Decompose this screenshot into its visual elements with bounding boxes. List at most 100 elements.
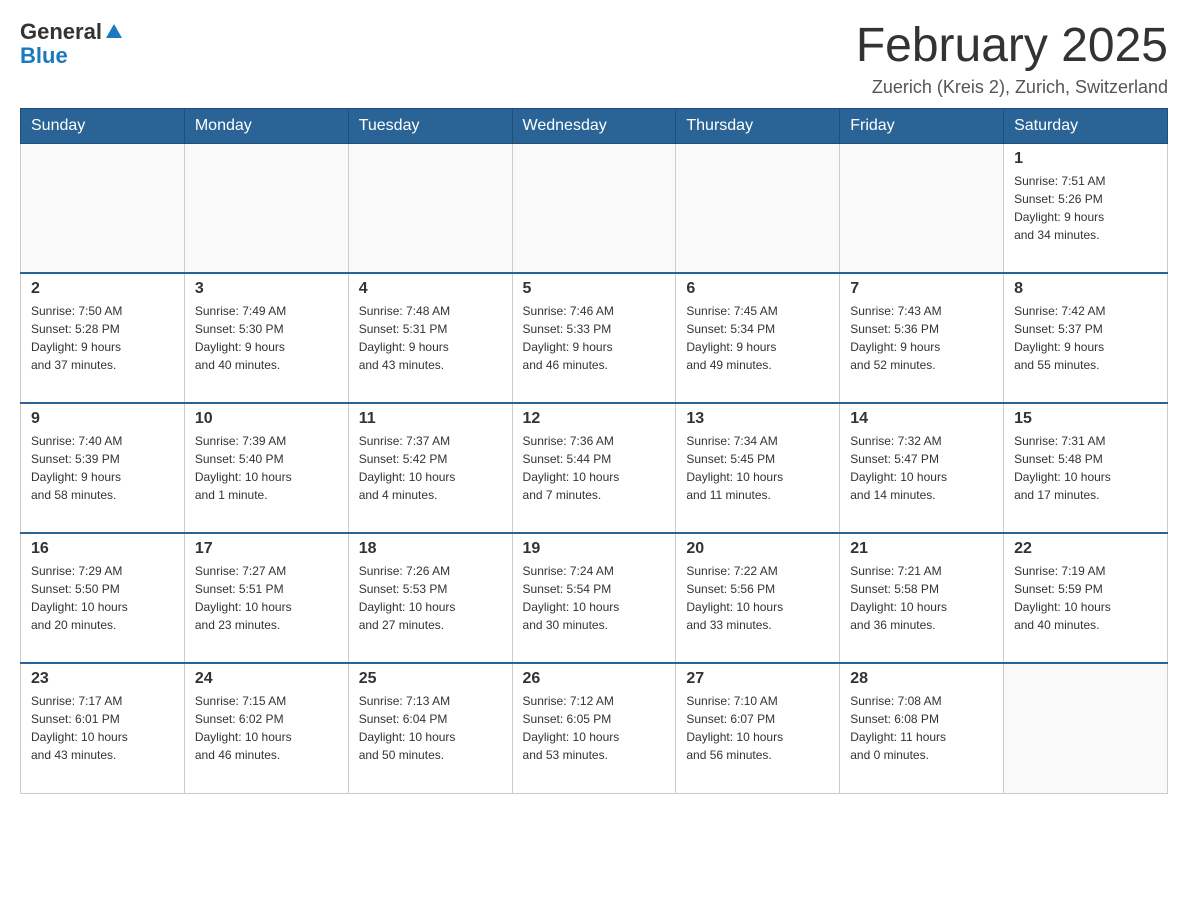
day-number: 6	[686, 280, 829, 298]
logo-general-text: General	[20, 20, 102, 44]
calendar-day-cell	[512, 143, 676, 273]
day-info: Sunrise: 7:48 AMSunset: 5:31 PMDaylight:…	[359, 302, 502, 374]
calendar-title: February 2025	[856, 20, 1168, 73]
day-info: Sunrise: 7:10 AMSunset: 6:07 PMDaylight:…	[686, 692, 829, 764]
day-info: Sunrise: 7:43 AMSunset: 5:36 PMDaylight:…	[850, 302, 993, 374]
day-number: 22	[1014, 540, 1157, 558]
day-number: 19	[523, 540, 666, 558]
day-number: 1	[1014, 150, 1157, 168]
calendar-table: Sunday Monday Tuesday Wednesday Thursday…	[20, 108, 1168, 794]
calendar-week-row: 9Sunrise: 7:40 AMSunset: 5:39 PMDaylight…	[21, 403, 1168, 533]
logo-blue-text: Blue	[20, 44, 124, 68]
calendar-day-cell: 19 Sunrise: 7:24 AMSunset: 5:54 PMDayligh…	[512, 533, 676, 663]
calendar-day-cell: 3 Sunrise: 7:49 AMSunset: 5:30 PMDaylight…	[184, 273, 348, 403]
title-block: February 2025 Zuerich (Kreis 2), Zurich,…	[856, 20, 1168, 98]
day-number: 17	[195, 540, 338, 558]
day-number: 21	[850, 540, 993, 558]
day-number: 8	[1014, 280, 1157, 298]
day-info: Sunrise: 7:22 AMSunset: 5:56 PMDaylight:…	[686, 562, 829, 634]
page-header: General Blue February 2025 Zuerich (Krei…	[20, 20, 1168, 98]
calendar-day-cell: 28 Sunrise: 7:08 AMSunset: 6:08 PMDayligh…	[840, 663, 1004, 793]
calendar-day-cell: 1 Sunrise: 7:51 AMSunset: 5:26 PMDaylight…	[1004, 143, 1168, 273]
calendar-day-cell: 21 Sunrise: 7:21 AMSunset: 5:58 PMDayligh…	[840, 533, 1004, 663]
calendar-day-cell: 20 Sunrise: 7:22 AMSunset: 5:56 PMDayligh…	[676, 533, 840, 663]
day-number: 9	[31, 410, 174, 428]
day-number: 18	[359, 540, 502, 558]
day-info: Sunrise: 7:36 AMSunset: 5:44 PMDaylight:…	[523, 432, 666, 504]
day-info: Sunrise: 7:51 AMSunset: 5:26 PMDaylight:…	[1014, 172, 1157, 244]
col-friday: Friday	[840, 108, 1004, 143]
day-info: Sunrise: 7:24 AMSunset: 5:54 PMDaylight:…	[523, 562, 666, 634]
calendar-day-cell: 14Sunrise: 7:32 AMSunset: 5:47 PMDayligh…	[840, 403, 1004, 533]
day-info: Sunrise: 7:49 AMSunset: 5:30 PMDaylight:…	[195, 302, 338, 374]
calendar-day-cell	[676, 143, 840, 273]
calendar-day-cell: 13 Sunrise: 7:34 AMSunset: 5:45 PMDayligh…	[676, 403, 840, 533]
calendar-day-cell: 12 Sunrise: 7:36 AMSunset: 5:44 PMDayligh…	[512, 403, 676, 533]
day-info: Sunrise: 7:17 AMSunset: 6:01 PMDaylight:…	[31, 692, 174, 764]
calendar-day-cell: 24 Sunrise: 7:15 AMSunset: 6:02 PMDayligh…	[184, 663, 348, 793]
calendar-day-cell: 2 Sunrise: 7:50 AMSunset: 5:28 PMDaylight…	[21, 273, 185, 403]
day-number: 25	[359, 670, 502, 688]
calendar-day-cell	[348, 143, 512, 273]
calendar-day-cell: 15 Sunrise: 7:31 AMSunset: 5:48 PMDayligh…	[1004, 403, 1168, 533]
day-number: 13	[686, 410, 829, 428]
col-sunday: Sunday	[21, 108, 185, 143]
day-number: 28	[850, 670, 993, 688]
calendar-day-cell: 27 Sunrise: 7:10 AMSunset: 6:07 PMDayligh…	[676, 663, 840, 793]
calendar-subtitle: Zuerich (Kreis 2), Zurich, Switzerland	[856, 77, 1168, 98]
calendar-day-cell: 25Sunrise: 7:13 AMSunset: 6:04 PMDayligh…	[348, 663, 512, 793]
calendar-day-cell: 16Sunrise: 7:29 AMSunset: 5:50 PMDayligh…	[21, 533, 185, 663]
calendar-day-cell: 18 Sunrise: 7:26 AMSunset: 5:53 PMDayligh…	[348, 533, 512, 663]
day-info: Sunrise: 7:15 AMSunset: 6:02 PMDaylight:…	[195, 692, 338, 764]
day-info: Sunrise: 7:45 AMSunset: 5:34 PMDaylight:…	[686, 302, 829, 374]
calendar-day-cell: 8 Sunrise: 7:42 AMSunset: 5:37 PMDaylight…	[1004, 273, 1168, 403]
day-number: 15	[1014, 410, 1157, 428]
day-info: Sunrise: 7:19 AMSunset: 5:59 PMDaylight:…	[1014, 562, 1157, 634]
day-number: 26	[523, 670, 666, 688]
col-monday: Monday	[184, 108, 348, 143]
day-number: 10	[195, 410, 338, 428]
day-info: Sunrise: 7:26 AMSunset: 5:53 PMDaylight:…	[359, 562, 502, 634]
calendar-week-row: 16Sunrise: 7:29 AMSunset: 5:50 PMDayligh…	[21, 533, 1168, 663]
calendar-day-cell: 7 Sunrise: 7:43 AMSunset: 5:36 PMDaylight…	[840, 273, 1004, 403]
day-info: Sunrise: 7:21 AMSunset: 5:58 PMDaylight:…	[850, 562, 993, 634]
day-number: 4	[359, 280, 502, 298]
logo-arrow-icon	[104, 22, 124, 42]
calendar-week-row: 1 Sunrise: 7:51 AMSunset: 5:26 PMDaylight…	[21, 143, 1168, 273]
day-info: Sunrise: 7:08 AMSunset: 6:08 PMDaylight:…	[850, 692, 993, 764]
day-number: 23	[31, 670, 174, 688]
calendar-day-cell	[840, 143, 1004, 273]
header-row: Sunday Monday Tuesday Wednesday Thursday…	[21, 108, 1168, 143]
calendar-day-cell	[184, 143, 348, 273]
calendar-day-cell: 22 Sunrise: 7:19 AMSunset: 5:59 PMDayligh…	[1004, 533, 1168, 663]
calendar-day-cell: 9Sunrise: 7:40 AMSunset: 5:39 PMDaylight…	[21, 403, 185, 533]
calendar-week-row: 2 Sunrise: 7:50 AMSunset: 5:28 PMDaylight…	[21, 273, 1168, 403]
day-info: Sunrise: 7:50 AMSunset: 5:28 PMDaylight:…	[31, 302, 174, 374]
day-info: Sunrise: 7:37 AMSunset: 5:42 PMDaylight:…	[359, 432, 502, 504]
calendar-day-cell: 10 Sunrise: 7:39 AMSunset: 5:40 PMDayligh…	[184, 403, 348, 533]
day-number: 2	[31, 280, 174, 298]
day-number: 16	[31, 540, 174, 558]
calendar-day-cell: 4 Sunrise: 7:48 AMSunset: 5:31 PMDaylight…	[348, 273, 512, 403]
day-info: Sunrise: 7:46 AMSunset: 5:33 PMDaylight:…	[523, 302, 666, 374]
day-number: 24	[195, 670, 338, 688]
calendar-day-cell: 6 Sunrise: 7:45 AMSunset: 5:34 PMDaylight…	[676, 273, 840, 403]
day-info: Sunrise: 7:42 AMSunset: 5:37 PMDaylight:…	[1014, 302, 1157, 374]
day-number: 12	[523, 410, 666, 428]
day-number: 27	[686, 670, 829, 688]
day-info: Sunrise: 7:34 AMSunset: 5:45 PMDaylight:…	[686, 432, 829, 504]
day-number: 5	[523, 280, 666, 298]
col-saturday: Saturday	[1004, 108, 1168, 143]
day-info: Sunrise: 7:31 AMSunset: 5:48 PMDaylight:…	[1014, 432, 1157, 504]
calendar-day-cell: 11Sunrise: 7:37 AMSunset: 5:42 PMDayligh…	[348, 403, 512, 533]
calendar-day-cell	[1004, 663, 1168, 793]
day-number: 3	[195, 280, 338, 298]
day-info: Sunrise: 7:39 AMSunset: 5:40 PMDaylight:…	[195, 432, 338, 504]
calendar-day-cell: 5 Sunrise: 7:46 AMSunset: 5:33 PMDaylight…	[512, 273, 676, 403]
col-tuesday: Tuesday	[348, 108, 512, 143]
calendar-week-row: 23 Sunrise: 7:17 AMSunset: 6:01 PMDayligh…	[21, 663, 1168, 793]
day-number: 7	[850, 280, 993, 298]
calendar-day-cell: 23 Sunrise: 7:17 AMSunset: 6:01 PMDayligh…	[21, 663, 185, 793]
logo: General Blue	[20, 20, 124, 68]
day-number: 20	[686, 540, 829, 558]
